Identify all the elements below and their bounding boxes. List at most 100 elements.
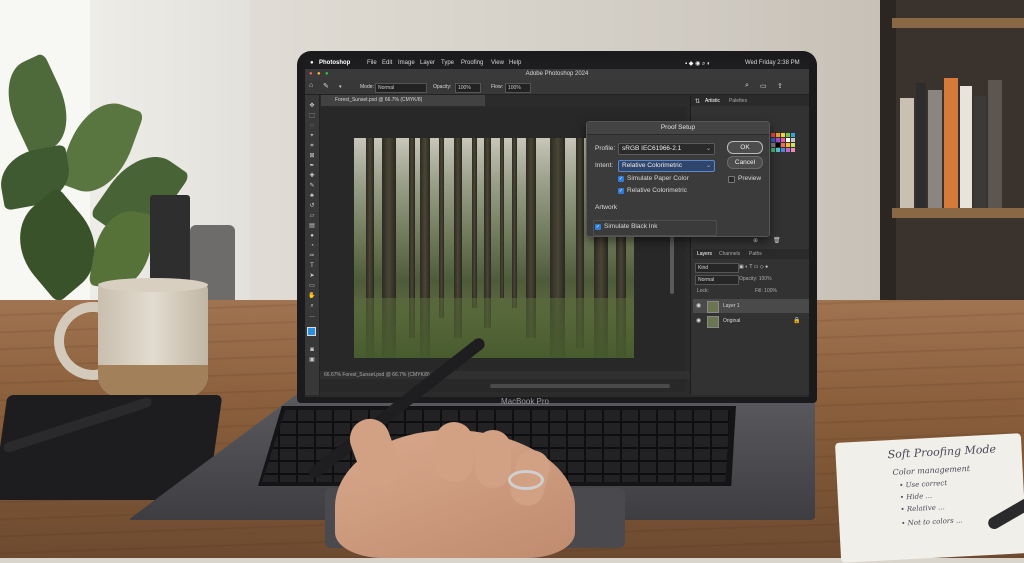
simulate-paper-color-checkbox[interactable]: ✓ <box>618 176 624 182</box>
more-tools-icon[interactable]: … <box>308 313 316 319</box>
flow-input[interactable]: 100% <box>505 83 531 93</box>
color-swatch[interactable] <box>776 143 780 147</box>
layer-row[interactable]: ◉ Layer 1 <box>693 299 809 313</box>
foreground-color-swatch[interactable] <box>307 327 316 336</box>
color-swatch[interactable] <box>781 148 785 152</box>
color-swatch[interactable] <box>791 133 795 137</box>
horizontal-scrollbar[interactable] <box>490 384 670 388</box>
opacity-input[interactable]: 100% <box>455 83 481 93</box>
apple-icon[interactable]: ● <box>310 60 314 66</box>
menu-item-image[interactable]: Image <box>398 60 415 66</box>
home-icon[interactable]: ⌂ <box>309 82 313 89</box>
document-tab-label: Forest_Sunset.psd @ 66.7% (CMYK/8) <box>335 97 423 103</box>
color-swatch[interactable] <box>786 133 790 137</box>
cancel-button[interactable]: Cancel <box>727 156 763 169</box>
control-center-icon[interactable]: ▪ ◆ ◉ ⌕ ◐ <box>685 60 711 68</box>
layer-row[interactable]: ◉ Original 🔒 <box>693 314 809 328</box>
path-select-icon[interactable]: ➤ <box>308 273 316 279</box>
document-tab[interactable]: Forest_Sunset.psd @ 66.7% (CMYK/8) <box>321 95 485 106</box>
color-swatch[interactable] <box>781 138 785 142</box>
menu-app-name[interactable]: Photoshop <box>319 60 350 66</box>
visibility-eye-icon[interactable]: ◉ <box>696 314 701 328</box>
relative-colorimetric-checkbox[interactable]: ✓ <box>618 188 624 194</box>
tab-layers[interactable]: Layers <box>697 251 712 257</box>
color-swatch[interactable] <box>786 148 790 152</box>
brush-tool-icon[interactable]: ✎ <box>308 183 316 189</box>
blur-tool-icon[interactable]: ● <box>308 233 316 239</box>
color-swatch[interactable] <box>776 148 780 152</box>
menu-item-layer[interactable]: Layer <box>420 60 435 66</box>
tab-paths[interactable]: Paths <box>749 251 762 257</box>
eyedropper-icon[interactable]: ✒ <box>308 163 316 169</box>
simulate-black-ink-checkbox[interactable]: ✓ <box>595 224 601 230</box>
notebook-line: • Relative ... <box>900 503 945 514</box>
color-swatch[interactable] <box>776 138 780 142</box>
blend-mode-select[interactable]: Normal <box>695 275 739 285</box>
color-swatch[interactable] <box>781 143 785 147</box>
simulate-paper-color-label: Simulate Paper Color <box>627 175 689 182</box>
tab-channels[interactable]: Channels <box>719 251 740 257</box>
color-swatch[interactable] <box>786 138 790 142</box>
delete-swatch-icon[interactable]: 🗑 <box>773 237 781 244</box>
share-icon[interactable]: ⇪ <box>777 82 783 90</box>
ok-button[interactable]: OK <box>727 141 763 154</box>
intent-select[interactable]: Relative Colorimetric ⌄ <box>618 160 715 172</box>
move-tool-icon[interactable]: ✥ <box>308 103 316 109</box>
layer-opacity[interactable]: Opacity: 100% <box>739 276 772 282</box>
new-swatch-icon[interactable]: ⊕ <box>753 237 758 244</box>
lasso-tool-icon[interactable]: ◌ <box>308 123 316 129</box>
color-swatch[interactable] <box>791 138 795 142</box>
close-window-icon[interactable]: ● <box>309 71 313 77</box>
hand-tool-icon[interactable]: ✋ <box>308 293 316 299</box>
pen-tool-icon[interactable]: ✑ <box>308 253 316 259</box>
profile-select[interactable]: sRGB IEC61966-2.1 ⌄ <box>618 143 715 155</box>
color-swatch[interactable] <box>771 138 775 142</box>
history-brush-icon[interactable]: ↺ <box>308 203 316 209</box>
crop-tool-icon[interactable]: ⌗ <box>308 143 316 149</box>
color-swatch[interactable] <box>791 143 795 147</box>
screen-mode-icon[interactable]: ▣ <box>308 357 316 363</box>
quick-select-icon[interactable]: ⌖ <box>308 133 316 139</box>
eraser-icon[interactable]: ▱ <box>308 213 316 219</box>
brush-size-icon[interactable]: ▾ <box>339 84 342 90</box>
frame-tool-icon[interactable]: ⊠ <box>308 153 316 159</box>
menu-item-view[interactable]: View <box>491 60 504 66</box>
menu-item-file[interactable]: File <box>367 60 377 66</box>
healing-brush-icon[interactable]: ✚ <box>308 173 316 179</box>
menu-item-edit[interactable]: Edit <box>382 60 392 66</box>
preview-checkbox[interactable] <box>728 176 735 183</box>
shape-tool-icon[interactable]: ▭ <box>308 283 316 289</box>
color-swatch[interactable] <box>791 148 795 152</box>
color-swatch[interactable] <box>776 133 780 137</box>
marquee-tool-icon[interactable]: ⬚ <box>308 113 316 119</box>
mode-select[interactable]: Normal <box>375 83 427 93</box>
status-text: 66.67% Forest_Sunset.psd @ 66.7% (CMYK/8… <box>324 372 430 378</box>
menu-item-help[interactable]: Help <box>509 60 521 66</box>
color-swatch[interactable] <box>771 143 775 147</box>
brush-tool-icon[interactable]: ✎ <box>323 82 329 90</box>
color-swatch[interactable] <box>781 133 785 137</box>
tab-artistic[interactable]: Artistic <box>705 98 720 104</box>
panel-arrange-icon[interactable]: ⇅ <box>695 98 700 105</box>
dodge-tool-icon[interactable]: ◔ <box>308 243 316 249</box>
color-swatch[interactable] <box>786 143 790 147</box>
layer-filter-icons[interactable]: ▣ ◐ T ▭ ◇ ● <box>739 264 807 272</box>
minimize-window-icon[interactable]: ● <box>317 71 321 77</box>
type-tool-icon[interactable]: T <box>308 263 316 269</box>
color-swatch[interactable] <box>771 133 775 137</box>
color-swatch[interactable] <box>771 148 775 152</box>
zoom-tool-icon[interactable]: ⌕ <box>308 303 316 309</box>
search-icon[interactable]: ⌕ <box>745 82 749 90</box>
menu-item-proofing[interactable]: Proofing <box>461 60 483 66</box>
menu-item-type[interactable]: Type <box>441 60 454 66</box>
layer-name: Original <box>723 318 741 324</box>
layer-filter-select[interactable]: Kind <box>695 263 739 273</box>
tab-palettes[interactable]: Palettes <box>729 98 747 104</box>
workspace-icon[interactable]: ▭ <box>760 82 767 90</box>
layer-fill[interactable]: Fill: 100% <box>755 288 777 294</box>
quick-mask-icon[interactable]: ◙ <box>308 347 316 353</box>
gradient-icon[interactable]: ▤ <box>308 223 316 229</box>
visibility-eye-icon[interactable]: ◉ <box>696 299 701 313</box>
stamp-tool-icon[interactable]: ♣ <box>308 193 316 199</box>
zoom-window-icon[interactable]: ● <box>325 71 329 77</box>
